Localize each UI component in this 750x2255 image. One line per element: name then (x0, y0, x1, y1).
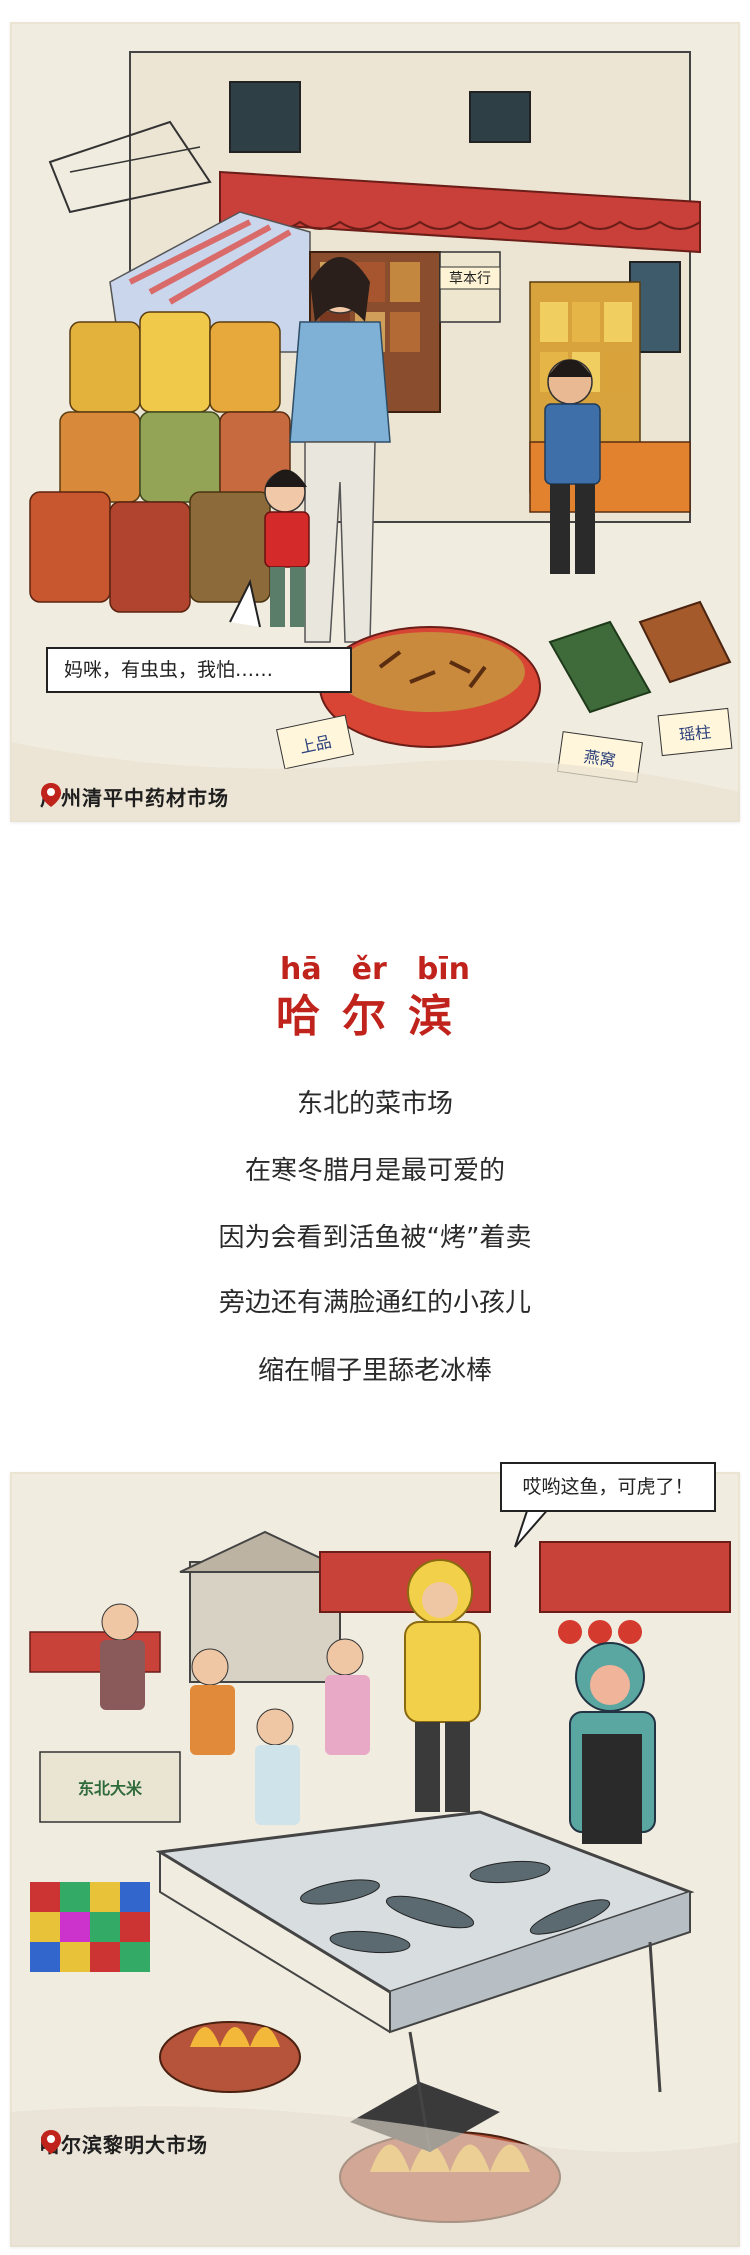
herb-bundles (548, 600, 732, 714)
section-title: 哈尔滨 (276, 991, 474, 1042)
rice-bag-label: 东北大米 (78, 1779, 143, 1798)
guangzhou-market-illustration: 草本行 上品 燕窝 瑶柱 妈咪，有虫虫，我怕…… 广州清平中药材市场 (10, 22, 740, 822)
colorful-boxes (30, 1882, 150, 1972)
body-line: 在寒冬腊月是最可爱的 (244, 1156, 505, 1186)
window (229, 81, 301, 153)
boy-figure (264, 469, 310, 627)
body-line: 旁边还有满脸通红的小孩儿 (218, 1288, 531, 1318)
body-line: 因为会看到活鱼被“烤”着卖 (218, 1223, 532, 1253)
location-label-guangzhou: 广州清平中药材市场 (40, 782, 229, 811)
location-text: 哈尔滨黎明大市场 (40, 2133, 208, 2157)
body-line: 缩在帽子里舔老冰棒 (257, 1356, 492, 1386)
location-label-harbin: 哈尔滨黎明大市场 (40, 2129, 208, 2158)
shop-sign: 草本行 (449, 271, 491, 287)
fish-speech-bubble: 哎哟这鱼，可虎了！ (500, 1462, 716, 1512)
location-text: 广州清平中药材市场 (40, 786, 229, 810)
guangzhou-scene: 草本行 上品 燕窝 瑶柱 (10, 51, 740, 822)
location-pin-icon (41, 2130, 61, 2154)
harbin-market-illustration: 东北大米 哈尔滨黎明大市场 (10, 1472, 740, 2247)
article-page: 草本行 上品 燕窝 瑶柱 妈咪，有虫虫，我怕…… 广州清平中药材市场 hā ěr… (0, 0, 750, 2255)
fish-seller (569, 1642, 656, 1844)
body-line: 东北的菜市场 (296, 1089, 453, 1119)
child-speech-bubble: 妈咪，有虫虫，我怕…… (46, 647, 352, 693)
price-tag-3: 瑶柱 (678, 722, 712, 744)
location-pin-icon (41, 783, 61, 807)
goods-sacks-left (29, 311, 291, 613)
